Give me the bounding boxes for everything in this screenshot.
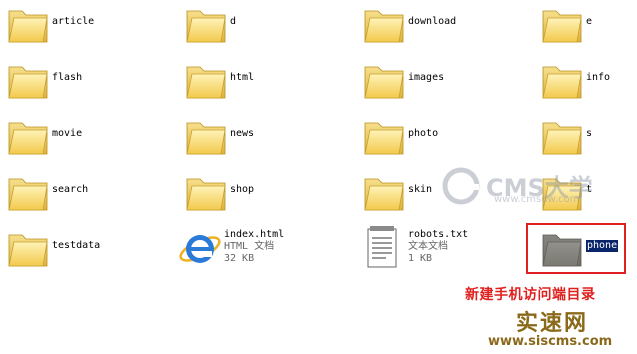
highlight-box xyxy=(526,223,626,274)
cms-logo-icon xyxy=(442,167,480,205)
folder-icon xyxy=(360,114,408,162)
brand-name: 实速网 xyxy=(516,311,589,336)
folder-article[interactable]: article xyxy=(4,2,179,50)
folder-info[interactable]: info xyxy=(538,58,637,106)
folder-icon xyxy=(4,58,52,106)
file-type: HTML 文档 xyxy=(224,241,275,252)
folder-s[interactable]: s xyxy=(538,114,637,162)
folder-label: search xyxy=(52,184,89,195)
folder-label: skin xyxy=(408,184,433,195)
folder-icon xyxy=(4,2,52,50)
file-label: index.html HTML 文档 32 KB xyxy=(224,229,284,265)
folder-movie[interactable]: movie xyxy=(4,114,179,162)
folder-label: news xyxy=(230,128,255,139)
folder-images[interactable]: images xyxy=(360,58,535,106)
watermark-url: www.cmsdw.com xyxy=(494,194,580,205)
folder-testdata[interactable]: testdata xyxy=(4,226,179,274)
folder-label: html xyxy=(230,72,255,83)
file-label: robots.txt 文本文档 1 KB xyxy=(408,229,468,265)
folder-e[interactable]: e xyxy=(538,2,637,50)
folder-label: info xyxy=(586,72,611,83)
folder-label: photo xyxy=(408,128,439,139)
folder-d[interactable]: d xyxy=(182,2,357,50)
folder-label: d xyxy=(230,16,237,27)
folder-search[interactable]: search xyxy=(4,170,179,218)
text-document-icon xyxy=(367,226,397,268)
folder-html[interactable]: html xyxy=(182,58,357,106)
folder-icon xyxy=(538,114,586,162)
folder-icon xyxy=(182,58,230,106)
folder-download[interactable]: download xyxy=(360,2,535,50)
folder-icon xyxy=(360,170,408,218)
folder-icon xyxy=(4,170,52,218)
folder-label: e xyxy=(586,16,593,27)
folder-label: shop xyxy=(230,184,255,195)
file-type: 文本文档 xyxy=(408,241,448,252)
file-size: 1 KB xyxy=(408,253,433,264)
watermark: CMS大学 www.cmsdw.com xyxy=(440,166,610,206)
folder-label: testdata xyxy=(52,240,101,251)
folder-photo[interactable]: photo xyxy=(360,114,535,162)
folder-label: flash xyxy=(52,72,83,83)
folder-icon xyxy=(182,114,230,162)
folder-label: images xyxy=(408,72,445,83)
file-name: robots.txt xyxy=(408,229,469,240)
folder-icon xyxy=(4,226,52,274)
folder-flash[interactable]: flash xyxy=(4,58,179,106)
file-size: 32 KB xyxy=(224,253,255,264)
folder-label: s xyxy=(586,128,593,139)
folder-icon xyxy=(182,2,230,50)
ie-icon xyxy=(179,235,221,263)
annotation-caption: 新建手机访问端目录 xyxy=(465,287,596,303)
file-name: index.html xyxy=(224,229,285,240)
folder-icon xyxy=(360,2,408,50)
folder-icon xyxy=(538,58,586,106)
folder-label: download xyxy=(408,16,457,27)
folder-icon xyxy=(182,170,230,218)
file-robots-txt[interactable]: robots.txt 文本文档 1 KB xyxy=(360,224,535,272)
folder-label: article xyxy=(52,16,95,27)
folder-icon xyxy=(360,58,408,106)
file-index-html[interactable]: index.html HTML 文档 32 KB xyxy=(176,224,351,272)
folder-news[interactable]: news xyxy=(182,114,357,162)
brand-url: www.siscms.com xyxy=(488,334,613,349)
folder-icon xyxy=(538,2,586,50)
folder-shop[interactable]: shop xyxy=(182,170,357,218)
folder-icon xyxy=(4,114,52,162)
folder-label: movie xyxy=(52,128,83,139)
